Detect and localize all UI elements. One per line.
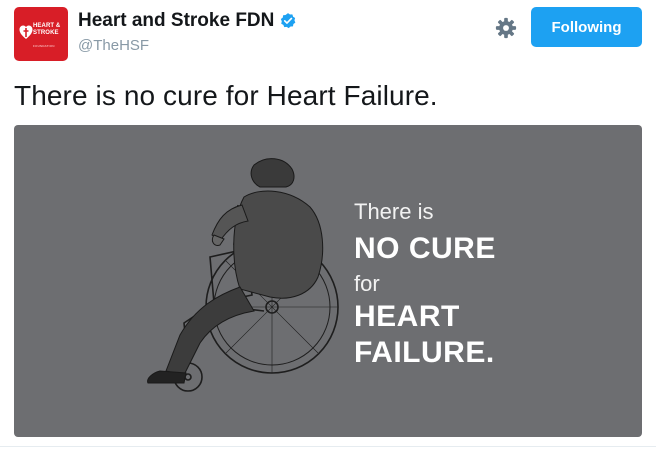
gear-icon[interactable] [495, 17, 517, 39]
tweet-text: There is no cure for Heart Failure. [14, 80, 438, 111]
image-line-heart: HEART [354, 300, 460, 333]
verified-badge-icon [281, 13, 296, 29]
avatar-logo-subtext: FOUNDATION [33, 44, 55, 48]
tweet-card: HEART & STROKE FOUNDATION Heart and Stro… [0, 0, 656, 451]
handle[interactable]: @TheHSF [78, 37, 149, 54]
heart-logo-icon [19, 25, 33, 39]
tweet-image[interactable]: There is NO CURE for HEART FAILURE. [14, 125, 642, 437]
divider [0, 446, 656, 447]
avatar[interactable]: HEART & STROKE FOUNDATION [14, 7, 68, 61]
image-text-overlay: There is NO CURE for HEART FAILURE. [354, 197, 496, 371]
name-row: Heart and Stroke FDN [78, 10, 297, 32]
display-name[interactable]: Heart and Stroke FDN [78, 10, 274, 32]
image-line-no-cure: NO CURE [354, 232, 496, 265]
avatar-logo-text: HEART & STROKE [33, 23, 61, 36]
following-button[interactable]: Following [531, 7, 642, 47]
wheelchair-man-illustration [147, 158, 339, 392]
image-line-for: for [354, 271, 380, 296]
image-line-failure: FAILURE. [354, 336, 495, 369]
image-line-there-is: There is [354, 199, 434, 224]
